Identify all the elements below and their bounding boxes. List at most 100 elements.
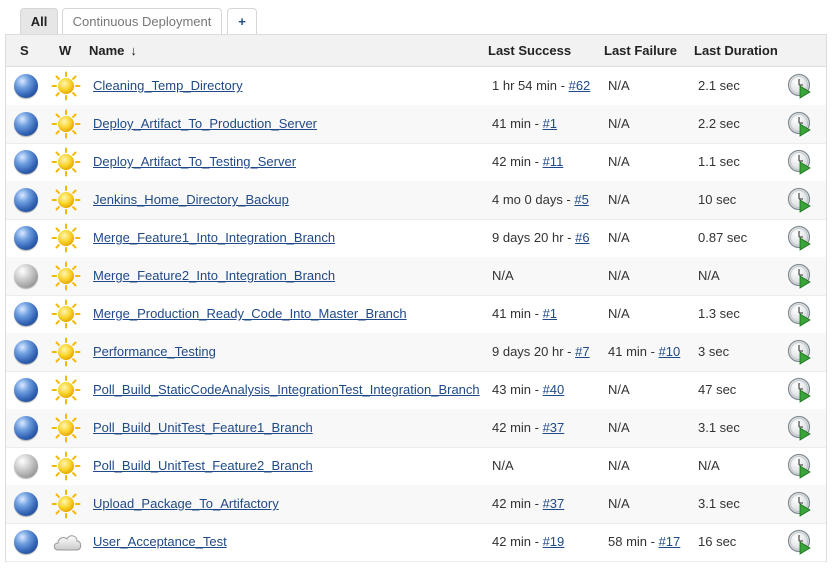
schedule-build-icon[interactable] — [787, 529, 813, 555]
schedule-build-icon[interactable] — [787, 187, 813, 213]
blue-ball-icon[interactable] — [14, 226, 38, 250]
blue-ball-icon[interactable] — [14, 302, 38, 326]
last-duration-cell: 10 sec — [698, 181, 736, 219]
last-failure-cell-text: 58 min - — [608, 534, 659, 549]
header-weather[interactable]: W — [59, 35, 71, 66]
sun-icon[interactable] — [51, 489, 81, 519]
sun-icon[interactable] — [51, 261, 81, 291]
job-link[interactable]: Poll_Build_UnitTest_Feature1_Branch — [93, 420, 313, 435]
table-row: Merge_Production_Ready_Code_Into_Master_… — [6, 295, 826, 334]
job-link[interactable]: Merge_Production_Ready_Code_Into_Master_… — [93, 306, 407, 321]
blue-ball-icon[interactable] — [14, 188, 38, 212]
build-link[interactable]: #40 — [543, 382, 565, 397]
header-name[interactable]: Name ↓ — [89, 35, 137, 66]
schedule-build-icon[interactable] — [787, 149, 813, 175]
table-row: Merge_Feature1_Into_Integration_Branch 9 … — [6, 219, 826, 258]
schedule-build-icon[interactable] — [787, 301, 813, 327]
blue-ball-icon[interactable] — [14, 150, 38, 174]
job-link[interactable]: Deploy_Artifact_To_Testing_Server — [93, 154, 296, 169]
schedule-build-icon[interactable] — [787, 453, 813, 479]
sun-icon[interactable] — [51, 109, 81, 139]
build-link[interactable]: #11 — [543, 154, 564, 169]
blue-ball-icon[interactable] — [14, 530, 38, 554]
schedule-build-icon[interactable] — [787, 225, 813, 251]
job-link[interactable]: Jenkins_Home_Directory_Backup — [93, 192, 289, 207]
job-link[interactable]: Upload_Package_To_Artifactory — [93, 496, 279, 511]
job-link[interactable]: Poll_Build_StaticCodeAnalysis_Integratio… — [93, 382, 480, 397]
schedule-build-icon[interactable] — [787, 111, 813, 137]
job-name-cell: Deploy_Artifact_To_Testing_Server — [93, 143, 296, 181]
build-link[interactable]: #62 — [569, 78, 591, 93]
build-link[interactable]: #37 — [543, 496, 565, 511]
last-failure-cell-text: N/A — [608, 154, 630, 169]
job-link[interactable]: Merge_Feature1_Into_Integration_Branch — [93, 230, 335, 245]
sun-icon[interactable] — [51, 413, 81, 443]
tab-continuous-deployment[interactable]: Continuous Deployment — [62, 8, 222, 34]
build-link[interactable]: #37 — [543, 420, 565, 435]
job-link[interactable]: Merge_Feature2_Into_Integration_Branch — [93, 268, 335, 283]
job-link[interactable]: Deploy_Artifact_To_Production_Server — [93, 116, 317, 131]
job-name-cell: Merge_Feature2_Into_Integration_Branch — [93, 257, 335, 295]
sun-icon[interactable] — [51, 337, 81, 367]
sun-icon[interactable] — [51, 451, 81, 481]
build-link[interactable]: #10 — [659, 344, 681, 359]
header-last-duration[interactable]: Last Duration — [694, 35, 778, 66]
blue-ball-icon[interactable] — [14, 416, 38, 440]
last-duration-cell: 3 sec — [698, 333, 729, 371]
blue-ball-icon[interactable] — [14, 340, 38, 364]
blue-ball-icon[interactable] — [14, 378, 38, 402]
schedule-build-icon[interactable] — [787, 377, 813, 403]
schedule-build-icon[interactable] — [787, 73, 813, 99]
last-duration-cell-text: N/A — [698, 458, 720, 473]
blue-ball-icon[interactable] — [14, 492, 38, 516]
job-link[interactable]: User_Acceptance_Test — [93, 534, 227, 549]
blue-ball-icon[interactable] — [14, 112, 38, 136]
job-link[interactable]: Cleaning_Temp_Directory — [93, 78, 243, 93]
add-view-tab[interactable]: + — [227, 8, 257, 34]
build-link[interactable]: #1 — [543, 306, 557, 321]
sun-icon[interactable] — [51, 185, 81, 215]
schedule-build-icon[interactable] — [787, 263, 813, 289]
job-link[interactable]: Poll_Build_UnitTest_Feature2_Branch — [93, 458, 313, 473]
header-last-failure[interactable]: Last Failure — [604, 35, 677, 66]
grey-ball-icon[interactable] — [14, 264, 38, 288]
build-link[interactable]: #7 — [575, 344, 589, 359]
blue-ball-icon[interactable] — [14, 74, 38, 98]
cloud-icon[interactable] — [51, 527, 82, 557]
last-failure-cell-text: N/A — [608, 268, 630, 283]
last-failure-cell-text: N/A — [608, 420, 630, 435]
last-failure-cell: N/A — [608, 485, 630, 523]
last-success-cell: N/A — [492, 447, 514, 485]
last-failure-cell: N/A — [608, 219, 630, 257]
sun-icon[interactable] — [51, 223, 81, 253]
job-link[interactable]: Performance_Testing — [93, 344, 216, 359]
header-last-success[interactable]: Last Success — [488, 35, 571, 66]
schedule-build-icon[interactable] — [787, 415, 813, 441]
last-success-cell-text: 43 min - — [492, 382, 543, 397]
table-row: Jenkins_Home_Directory_Backup 4 mo 0 days… — [6, 181, 826, 220]
sun-icon[interactable] — [51, 71, 81, 101]
build-link[interactable]: #17 — [659, 534, 681, 549]
last-success-cell: N/A — [492, 257, 514, 295]
last-duration-cell: 2.1 sec — [698, 67, 740, 105]
build-link[interactable]: #1 — [543, 116, 557, 131]
last-duration-cell-text: 3.1 sec — [698, 496, 740, 511]
table-row: Performance_Testing 9 days 20 hr - #7 41 m… — [6, 333, 826, 372]
sun-icon[interactable] — [51, 147, 81, 177]
last-failure-cell-text: N/A — [608, 496, 630, 511]
job-name-cell: Deploy_Artifact_To_Production_Server — [93, 105, 317, 143]
header-status[interactable]: S — [20, 35, 29, 66]
view-tabs: All Continuous Deployment + — [0, 0, 834, 36]
sun-icon[interactable] — [51, 375, 81, 405]
last-success-cell-text: 41 min - — [492, 116, 543, 131]
sun-icon[interactable] — [51, 299, 81, 329]
build-link[interactable]: #19 — [543, 534, 565, 549]
grey-ball-icon[interactable] — [14, 454, 38, 478]
schedule-build-icon[interactable] — [787, 339, 813, 365]
last-duration-cell: N/A — [698, 257, 720, 295]
tab-all[interactable]: All — [20, 8, 58, 34]
schedule-build-icon[interactable] — [787, 491, 813, 517]
build-link[interactable]: #5 — [574, 192, 588, 207]
build-link[interactable]: #6 — [575, 230, 589, 245]
last-failure-cell: N/A — [608, 409, 630, 447]
